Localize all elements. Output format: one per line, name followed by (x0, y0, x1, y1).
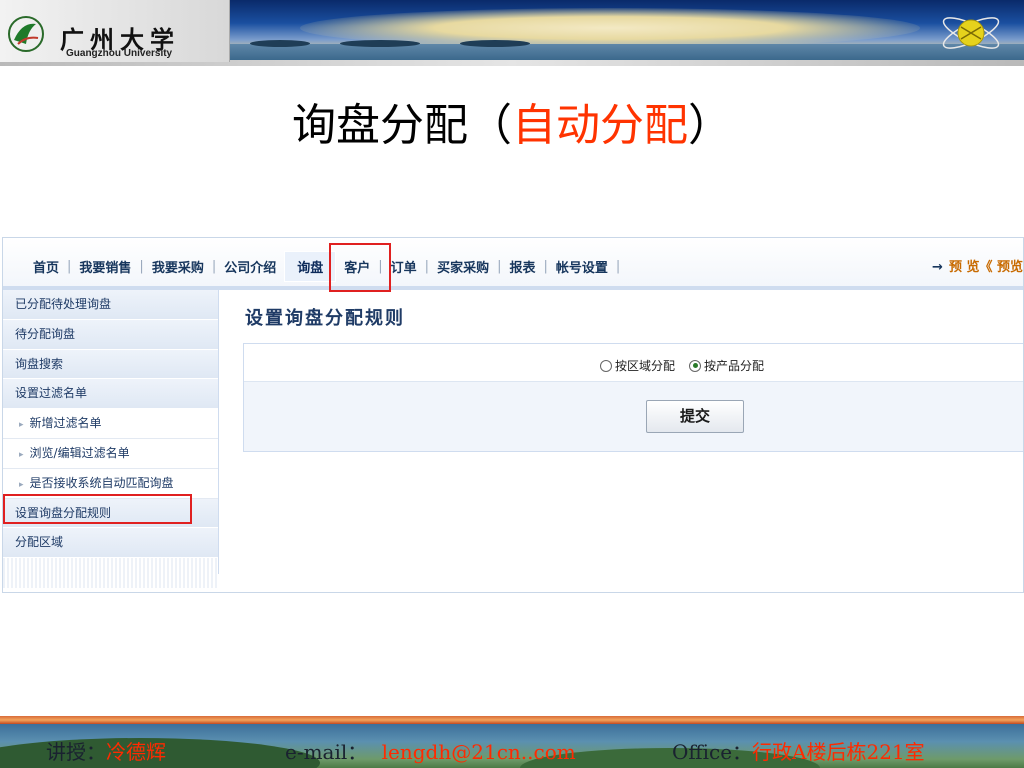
email-label: e-mail： (285, 740, 368, 764)
sidebar-item-label: 待分配询盘 (15, 326, 76, 341)
radio-by-region[interactable] (600, 359, 612, 372)
top-navbar: 首页 | 我要销售 | 我要采购 | 公司介绍 询盘 客户 | 订单 | 买家采… (3, 238, 1023, 290)
sidebar-item-label: 新增过滤名单 (29, 416, 102, 431)
footer-lecturer: 讲授：冷德辉 (46, 736, 166, 765)
highlight-box-nav-inquiry (329, 243, 391, 292)
title-accent: 自动分配 (512, 100, 688, 151)
office-value: 行政A楼后栋221室 (752, 740, 925, 764)
sidebar-item-label: 已分配待处理询盘 (15, 297, 112, 311)
title-main: 询盘分配（ (292, 100, 512, 151)
section-title: 设置询盘分配规则 (245, 308, 405, 329)
footer-stripe (0, 716, 1024, 724)
emblem-icon (8, 16, 44, 52)
slide: 广州大学 Guangzhou University 询盘分配（自动分配） 首页 … (0, 0, 1024, 768)
nav-item-company[interactable]: 公司介绍 (216, 257, 284, 276)
title-close: ） (688, 100, 732, 151)
sidebar-item-label: 浏览/编辑过滤名单 (29, 445, 130, 460)
office-label: Office： (672, 740, 753, 764)
footer-email: e-mail： lengdh@21cn..com (285, 736, 576, 765)
sidebar-item-unassigned[interactable]: 待分配询盘 (3, 319, 218, 350)
university-logo: 广州大学 Guangzhou University (0, 0, 230, 62)
sidebar-item-edit-filter[interactable]: ▸ 浏览/编辑过滤名单 (3, 438, 218, 469)
header-banner: 广州大学 Guangzhou University (0, 0, 1024, 66)
nav-item-account-settings[interactable]: 帐号设置 (548, 257, 616, 276)
nav-item-buyer-purchase[interactable]: 买家采购 (429, 257, 497, 276)
bullet-icon: ▸ (19, 420, 24, 431)
radio-label-by-region: 按区域分配 (615, 359, 676, 373)
sidebar-item-assigned-pending[interactable]: 已分配待处理询盘 (3, 290, 218, 320)
slide-title: 询盘分配（自动分配） (0, 98, 1024, 154)
email-value: lengdh@21cn..com (381, 740, 576, 764)
lecturer-label: 讲授： (46, 740, 106, 764)
nav-item-purchase[interactable]: 我要采购 (144, 257, 212, 276)
nav-item-reports[interactable]: 报表 (501, 257, 543, 276)
preview-link[interactable]: → 预 览《 预览 (932, 256, 1023, 275)
sidebar-item-label: 询盘搜索 (15, 356, 64, 371)
sidebar-item-assign-region[interactable]: 分配区域 (3, 528, 218, 559)
sidebar-item-label: 分配区域 (15, 535, 64, 550)
radio-label-by-product: 按产品分配 (704, 359, 765, 373)
sidebar-item-label: 是否接收系统自动匹配询盘 (29, 475, 174, 490)
bullet-icon: ▸ (19, 479, 24, 490)
sidebar-item-inquiry-search[interactable]: 询盘搜索 (3, 349, 218, 380)
nav-menu: 首页 | 我要销售 | 我要采购 | 公司介绍 询盘 客户 | 订单 | 买家采… (25, 250, 621, 282)
nav-item-home[interactable]: 首页 (25, 257, 67, 276)
highlight-box-sidebar-rules (3, 494, 192, 524)
preview-label: 预 览《 预览 (948, 260, 1023, 275)
banner-island (340, 40, 420, 47)
banner-island (460, 40, 530, 47)
sidebar: 已分配待处理询盘 待分配询盘 询盘搜索 设置过滤名单 ▸ 新增过滤名单 ▸ 浏览/编… (3, 290, 219, 589)
footer: 讲授：冷德辉 e-mail： lengdh@21cn..com Office：行… (0, 724, 1024, 768)
footer-office: Office：行政A楼后栋221室 (672, 736, 925, 765)
embedded-screenshot: 首页 | 我要销售 | 我要采购 | 公司介绍 询盘 客户 | 订单 | 买家采… (2, 237, 1024, 593)
nav-item-sell[interactable]: 我要销售 (71, 257, 139, 276)
atom-icon (942, 17, 1000, 49)
sidebar-filler (3, 558, 218, 589)
arrow-right-icon: → (932, 260, 943, 275)
sidebar-item-add-filter[interactable]: ▸ 新增过滤名单 (3, 409, 218, 439)
form-options-row: 按区域分配 按产品分配 (244, 344, 1023, 382)
submit-button[interactable]: 提交 (646, 400, 744, 433)
nav-separator: | (615, 258, 621, 274)
radio-group: 按区域分配 按产品分配 (600, 357, 778, 374)
radio-by-product[interactable] (689, 359, 702, 372)
banner-island (250, 40, 310, 47)
sidebar-item-label: 设置过滤名单 (15, 386, 88, 401)
logo-english-name: Guangzhou University (66, 48, 173, 59)
sidebar-item-filter-list[interactable]: 设置过滤名单 (3, 379, 218, 410)
bullet-icon: ▸ (19, 449, 24, 460)
lecturer-name: 冷德辉 (106, 740, 166, 764)
rule-form: 按区域分配 按产品分配 提交 (243, 343, 1023, 452)
